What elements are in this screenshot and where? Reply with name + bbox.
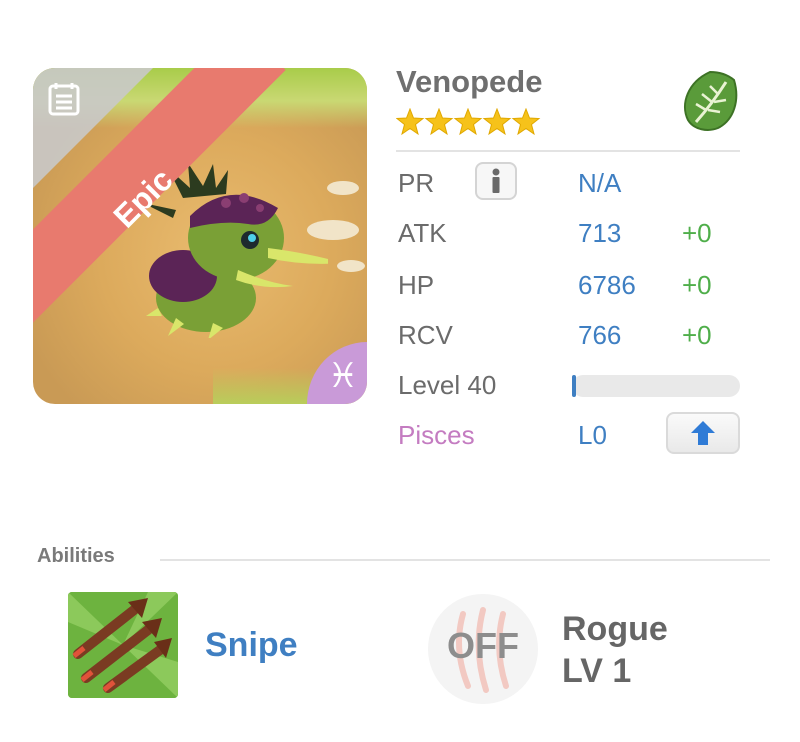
monster-name: Venopede <box>396 64 543 99</box>
atk-value: 713 <box>578 218 622 248</box>
star-icon <box>424 108 454 136</box>
hp-label: HP <box>398 270 435 300</box>
creature-card[interactable]: Epic ♓ <box>33 68 367 404</box>
info-icon <box>492 168 500 193</box>
skill-icon-button[interactable] <box>68 592 178 698</box>
pisces-icon: ♓ <box>327 357 359 395</box>
abilities-heading: Abilities <box>37 545 115 567</box>
info-button[interactable] <box>475 162 517 200</box>
passive-status: OFF <box>447 625 519 666</box>
hp-value: 6786 <box>578 270 636 300</box>
arrows-icon <box>68 592 178 698</box>
upgrade-button[interactable] <box>666 412 740 454</box>
star-rating <box>396 108 541 136</box>
hp-bonus: +0 <box>682 270 712 300</box>
rcv-value: 766 <box>578 320 622 350</box>
passive-ability-level: LV 1 <box>562 652 632 690</box>
zodiac-label: Pisces <box>398 420 475 450</box>
skill-name[interactable]: Snipe <box>205 626 298 665</box>
zodiac-level-value: L0 <box>578 420 607 450</box>
star-icon <box>511 108 541 136</box>
pr-label: PR <box>398 168 435 198</box>
divider <box>396 150 740 152</box>
level-progress-fill <box>572 375 576 397</box>
star-icon <box>453 108 483 136</box>
star-icon <box>482 108 512 136</box>
star-icon <box>396 108 425 136</box>
level-progress-bar <box>572 375 740 397</box>
arrow-up-icon <box>691 421 715 445</box>
atk-bonus: +0 <box>682 218 712 248</box>
pr-value: N/A <box>578 168 622 198</box>
document-icon[interactable] <box>47 80 81 116</box>
rcv-label: RCV <box>398 320 453 350</box>
atk-label: ATK <box>398 218 447 248</box>
rarity-ribbon-container: Epic <box>33 68 367 404</box>
divider <box>160 559 770 561</box>
leaf-icon <box>684 70 738 131</box>
passive-ability-name: Rogue <box>562 610 668 648</box>
rcv-bonus: +0 <box>682 320 712 350</box>
level-label: Level 40 <box>398 370 497 400</box>
